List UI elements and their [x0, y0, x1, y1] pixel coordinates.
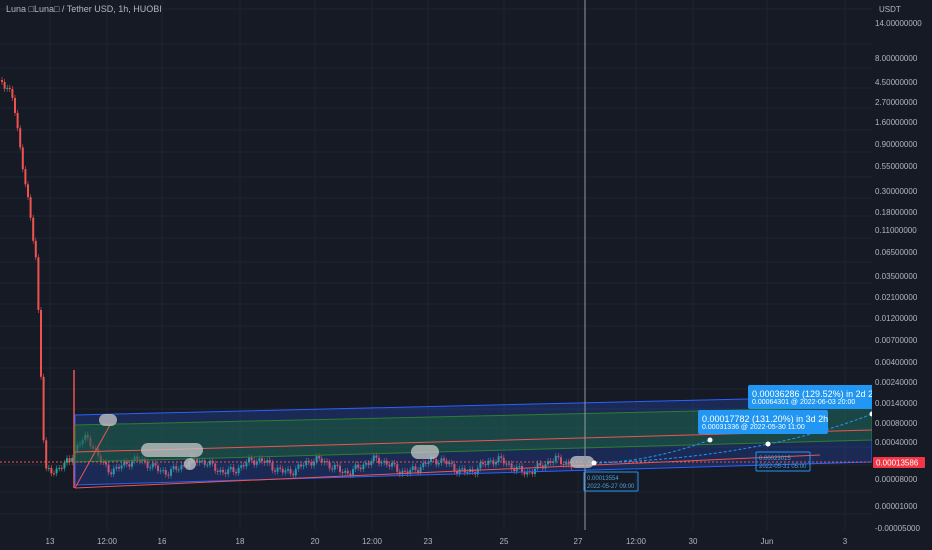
x-tick-label: 27 — [574, 537, 583, 546]
y-tick-label: 8.00000000 — [875, 54, 918, 63]
candle — [42, 376, 45, 441]
projection-point[interactable] — [707, 437, 713, 443]
y-tick-label: 0.90000000 — [875, 140, 918, 149]
price-marker-left[interactable]: 0.00013554 2022-05-27 09:00 — [583, 471, 639, 492]
x-tick-label: 13 — [46, 537, 55, 546]
price-marker-left-headline: 0.00013554 — [587, 476, 619, 482]
y-tick-label: 0.00240000 — [875, 378, 918, 387]
measure-callout-long-headline: 0.00036286 (129.52%) in 2d 20 — [752, 389, 878, 399]
y-tick-label: 2.70000000 — [875, 98, 918, 107]
projection-point[interactable] — [591, 460, 597, 466]
measure-callout-long[interactable]: 0.00036286 (129.52%) in 2d 200.00064301 … — [748, 385, 878, 409]
price-marker-right-detail: 2022-05-31 05:00 — [759, 464, 807, 470]
candle — [55, 468, 58, 474]
x-tick-label: 25 — [500, 537, 509, 546]
y-tick-label: 0.11000000 — [875, 226, 917, 235]
y-tick-label: 0.30000000 — [875, 187, 918, 196]
y-tick-label: 0.00700000 — [875, 336, 918, 345]
y-tick-label: 0.18000000 — [875, 208, 918, 217]
last-price-tag: 0.00013586 — [873, 457, 925, 468]
candle — [11, 89, 14, 98]
candle — [21, 147, 24, 170]
projection-point[interactable] — [765, 441, 771, 447]
candle — [16, 112, 19, 129]
price-chart[interactable]: 0.00036286 (129.52%) in 2d 200.00064301 … — [0, 0, 932, 550]
candle — [40, 309, 42, 377]
y-tick-label: 0.55000000 — [875, 162, 918, 171]
candle — [37, 257, 40, 310]
candle — [8, 87, 11, 90]
chart-root: 0.00036286 (129.52%) in 2d 20 0.00064301 … — [0, 0, 932, 550]
candle — [29, 197, 32, 218]
y-tick-label: 0.03500000 — [875, 272, 918, 281]
y-tick-label: 0.00008000 — [875, 475, 918, 484]
candle — [24, 169, 27, 185]
y-tick-label: 0.00140000 — [875, 399, 918, 408]
y-tick-label: 14.00000000 — [875, 19, 922, 28]
candle — [50, 467, 53, 474]
highlight-marker[interactable] — [184, 458, 196, 470]
candle — [53, 473, 55, 475]
x-tick-label: 3 — [843, 537, 848, 546]
measure-callout-short-detail: 0.00031336 @ 2022-05-30 11:00 — [702, 424, 805, 431]
candle — [32, 217, 35, 241]
candle — [6, 87, 9, 89]
candle — [34, 240, 37, 258]
x-tick-label: 12:00 — [626, 537, 647, 546]
y-tick-label: 0.02100000 — [875, 293, 918, 302]
price-marker-right-headline: 0.00023015 — [759, 456, 791, 462]
highlight-marker[interactable] — [411, 445, 439, 459]
candle — [66, 458, 68, 463]
measure-callout-short-headline: 0.00017782 (131.20%) in 3d 2h — [702, 414, 828, 424]
x-tick-label: Jun — [761, 537, 774, 546]
highlight-marker[interactable] — [141, 443, 203, 457]
y-tick-label: 4.50000000 — [875, 78, 918, 87]
candle — [68, 458, 71, 462]
candle — [63, 462, 66, 469]
y-tick-label: 1.60000000 — [875, 118, 918, 127]
candle — [58, 467, 61, 469]
candle — [47, 467, 50, 469]
y-tick-label: 0.00001000 — [875, 502, 918, 511]
x-tick-label: 30 — [689, 537, 698, 546]
candle — [3, 82, 6, 89]
y-tick-label: 0.01200000 — [875, 314, 918, 323]
candle — [14, 97, 16, 113]
highlight-marker[interactable] — [99, 414, 117, 426]
y-tick-label: -0.00005000 — [875, 524, 920, 533]
x-tick-label: 18 — [236, 537, 245, 546]
candle — [71, 457, 74, 462]
last-price-label: 0.00013586 — [876, 459, 919, 468]
measure-callout-long-detail: 0.00064301 @ 2022-06-03 20:00 — [752, 399, 855, 406]
y-tick-label: 0.00400000 — [875, 358, 918, 367]
price-axis-unit: USDT — [879, 5, 901, 14]
candle — [60, 467, 63, 469]
measure-callout-short[interactable]: 0.00017782 (131.20%) in 3d 2h0.00031336 … — [698, 410, 828, 434]
y-tick-label: 0.00040000 — [875, 438, 918, 447]
candle — [27, 184, 29, 198]
y-tick-label: 0.00080000 — [875, 419, 918, 428]
y-tick-label: 0.06500000 — [875, 248, 918, 257]
time-axis-bg — [0, 530, 932, 550]
candle — [1, 80, 3, 82]
x-tick-label: 12:00 — [97, 537, 118, 546]
x-tick-label: 20 — [311, 537, 320, 546]
x-tick-label: 16 — [158, 537, 167, 546]
x-tick-label: 23 — [424, 537, 433, 546]
highlight-marker[interactable] — [570, 456, 594, 468]
x-tick-label: 12:00 — [362, 537, 383, 546]
candle — [45, 440, 48, 469]
candle — [19, 128, 22, 148]
symbol-title: Luna □Luna□ / Tether USD, 1h, HUOBI — [6, 4, 162, 14]
price-marker-left-detail: 2022-05-27 09:00 — [587, 484, 635, 490]
